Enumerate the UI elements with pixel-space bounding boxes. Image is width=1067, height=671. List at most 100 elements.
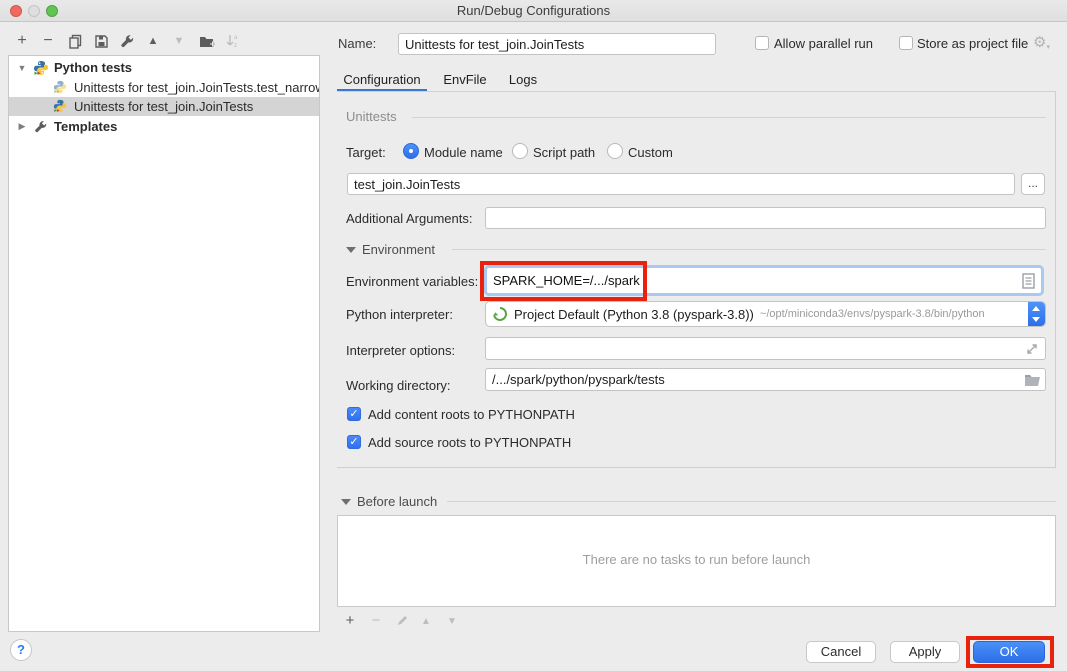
python-interpreter-select[interactable]: Project Default (Python 3.8 (pyspark-3.8… <box>485 301 1046 327</box>
run-debug-configurations-dialog: Run/Debug Configurations + − ▲ ▼ az ▼ Py… <box>0 0 1067 671</box>
edit-templates-button[interactable] <box>116 30 138 52</box>
check-icon: ✓ <box>349 408 358 420</box>
tab-logs[interactable]: Logs <box>501 68 545 92</box>
tab-envfile[interactable]: EnvFile <box>437 68 493 92</box>
python-interpreter-value: Project Default (Python 3.8 (pyspark-3.8… <box>514 307 754 322</box>
interpreter-options-input[interactable] <box>485 337 1046 360</box>
unittests-section-header: Unittests <box>346 109 397 124</box>
chevron-right-icon[interactable]: ▶ <box>17 121 27 132</box>
select-stepper[interactable] <box>1028 302 1045 326</box>
add-configuration-button[interactable]: + <box>11 30 33 52</box>
tab-configuration[interactable]: Configuration <box>337 68 427 92</box>
annotation-highlight-ok <box>966 636 1054 668</box>
interpreter-options-label: Interpreter options: <box>346 343 455 358</box>
new-folder-icon <box>199 34 216 49</box>
working-directory-label: Working directory: <box>346 378 451 393</box>
add-icon: + <box>17 32 26 50</box>
sort-az-icon: az <box>225 33 241 49</box>
move-down-icon: ▼ <box>447 616 457 627</box>
move-task-down-button: ▼ <box>441 611 463 631</box>
store-as-project-file-label: Store as project file <box>917 36 1028 51</box>
tree-item-test-narrow[interactable]: Unittests for test_join.JoinTests.test_n… <box>9 78 320 97</box>
remove-task-button: − <box>365 610 387 630</box>
folder-icon[interactable] <box>1024 373 1041 386</box>
add-content-roots-checkbox[interactable]: ✓ <box>347 407 361 421</box>
help-button[interactable]: ? <box>10 639 32 661</box>
save-configuration-button[interactable] <box>90 30 112 52</box>
title-bar: Run/Debug Configurations <box>0 0 1067 22</box>
remove-configuration-button[interactable]: − <box>37 30 59 52</box>
conda-env-icon <box>492 306 508 322</box>
name-label: Name: <box>338 36 376 51</box>
target-label: Target: <box>346 145 386 160</box>
copy-configuration-button[interactable] <box>64 30 86 52</box>
target-custom-label: Custom <box>628 145 673 160</box>
chevron-down-icon: ▾ <box>1046 44 1050 51</box>
add-source-roots-checkbox[interactable]: ✓ <box>347 435 361 449</box>
configurations-tree: ▼ Python tests Unittests for test_join.J… <box>8 55 320 632</box>
window-title: Run/Debug Configurations <box>0 3 1067 18</box>
target-script-path-radio[interactable] <box>512 143 528 159</box>
save-icon <box>94 34 109 49</box>
apply-label: Apply <box>909 644 942 659</box>
browse-module-button[interactable]: ... <box>1021 173 1045 195</box>
additional-arguments-input[interactable] <box>485 207 1046 229</box>
tree-group-python-tests[interactable]: ▼ Python tests <box>9 58 320 77</box>
pencil-icon <box>396 614 409 627</box>
add-content-roots-label: Add content roots to PYTHONPATH <box>368 407 575 422</box>
move-up-button[interactable]: ▲ <box>142 30 164 52</box>
environment-section-header: Environment <box>362 242 435 257</box>
python-interpreter-path: ~/opt/miniconda3/envs/pyspark-3.8/bin/py… <box>760 308 985 320</box>
apply-button[interactable]: Apply <box>890 641 960 663</box>
chevron-up-icon <box>1032 306 1040 311</box>
target-module-name-radio[interactable] <box>403 143 419 159</box>
tab-label: Configuration <box>343 72 420 87</box>
move-task-up-button: ▲ <box>415 611 437 631</box>
module-name-input[interactable] <box>347 173 1015 195</box>
add-source-roots-label: Add source roots to PYTHONPATH <box>368 435 571 450</box>
target-module-name-label: Module name <box>424 145 503 160</box>
python-test-icon <box>53 80 69 96</box>
before-launch-section-header: Before launch <box>357 494 437 509</box>
add-icon: + <box>346 612 355 629</box>
allow-parallel-run-checkbox[interactable] <box>755 36 769 50</box>
before-launch-collapse-icon[interactable] <box>341 499 351 505</box>
tab-label: EnvFile <box>443 72 486 87</box>
templates-wrench-icon <box>33 119 49 135</box>
remove-icon: − <box>372 612 381 629</box>
tree-item-label: Templates <box>54 119 117 134</box>
remove-icon: − <box>43 32 52 50</box>
environment-variables-label: Environment variables: <box>346 274 478 289</box>
ellipsis-icon: ... <box>1028 176 1038 190</box>
additional-arguments-label: Additional Arguments: <box>346 211 472 226</box>
tree-group-templates[interactable]: ▶ Templates <box>9 117 320 136</box>
store-as-project-file-checkbox[interactable] <box>899 36 913 50</box>
svg-text:z: z <box>234 43 237 49</box>
tree-item-jointests-selected[interactable]: Unittests for test_join.JoinTests <box>9 97 320 116</box>
new-folder-button[interactable] <box>196 30 218 52</box>
move-down-button: ▼ <box>168 30 190 52</box>
tree-item-label: Unittests for test_join.JoinTests.test_n… <box>74 80 320 95</box>
name-input[interactable] <box>398 33 716 55</box>
section-rule <box>447 501 1056 502</box>
tree-item-label: Unittests for test_join.JoinTests <box>74 99 253 114</box>
edit-task-button <box>391 610 413 630</box>
target-custom-radio[interactable] <box>607 143 623 159</box>
gear-icon[interactable]: ⚙▾ <box>1033 33 1050 51</box>
environment-collapse-icon[interactable] <box>346 247 356 253</box>
expand-field-icon[interactable] <box>1026 343 1038 355</box>
working-directory-input[interactable] <box>485 368 1046 391</box>
svg-text:a: a <box>234 35 238 41</box>
tree-item-label: Python tests <box>54 60 132 75</box>
check-icon: ✓ <box>349 436 358 448</box>
section-rule <box>452 249 1046 250</box>
cancel-button[interactable]: Cancel <box>806 641 876 663</box>
chevron-down-icon[interactable]: ▼ <box>17 63 27 73</box>
add-task-button[interactable]: + <box>339 610 361 630</box>
target-script-path-label: Script path <box>533 145 595 160</box>
move-up-icon: ▲ <box>148 35 159 47</box>
sort-configurations-button: az <box>222 30 244 52</box>
annotation-highlight-env-vars <box>480 261 647 301</box>
python-tests-icon <box>33 60 49 76</box>
browse-variables-icon[interactable] <box>1022 273 1035 289</box>
